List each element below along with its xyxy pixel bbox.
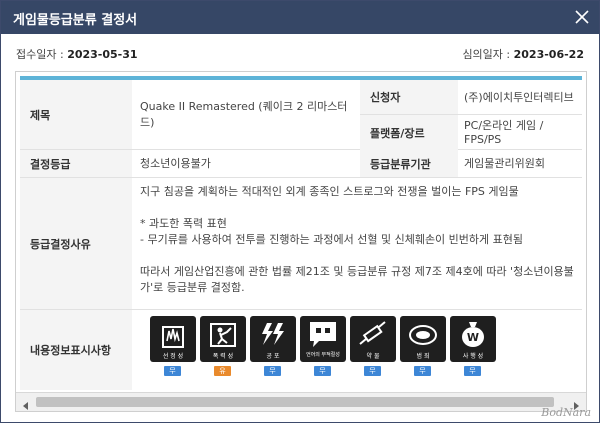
drug-badge: 무 (364, 366, 381, 376)
dialog-titlebar: 게임물등급분류 결정서 (1, 1, 599, 34)
svg-text:W: W (467, 331, 479, 344)
fear-caption: 공 포 (266, 353, 280, 360)
content-item-speculation: W 사 행 성 무 (450, 316, 498, 376)
drug-icon: 약 물 (350, 316, 396, 362)
content-label: 내용정보표시사항 (20, 310, 132, 390)
applicant-label: 신청자 (360, 80, 458, 115)
grade-value: 청소년이용불가 (140, 156, 211, 170)
speculation-caption: 사 행 성 (462, 353, 484, 360)
speculation-icon: W 사 행 성 (450, 316, 496, 362)
content-item-language: 언어의 부적절성 무 (300, 316, 348, 376)
fear-icon: 공 포 (250, 316, 296, 362)
date-bar: 접수일자 : 2023-05-31 심의일자 : 2023-06-22 (16, 46, 584, 62)
triangle-left-icon (23, 402, 28, 410)
platform-value: PC/온라인 게임 / FPS/PS (464, 118, 544, 146)
language-icon: 언어의 부적절성 (300, 316, 346, 362)
platform-label: 플랫폼/장르 (360, 115, 458, 150)
drug-caption: 약 물 (366, 353, 380, 360)
table-row-content: 내용정보표시사항 선 정 성 무 폭 력 성 유 공 포 무 언어의 부적절성 … (20, 310, 582, 390)
reason-label: 등급결정사유 (20, 178, 132, 309)
close-icon (575, 10, 589, 24)
close-button[interactable] (565, 1, 599, 34)
violence-badge: 유 (214, 366, 231, 376)
rating-decision-dialog: 게임물등급분류 결정서 접수일자 : 2023-05-31 심의일자 : 202… (0, 0, 600, 423)
gambling-icon: 범 죄 (400, 316, 446, 362)
scroll-left-button[interactable] (20, 397, 32, 410)
language-badge: 무 (314, 366, 331, 376)
horizontal-scrollbar[interactable] (16, 392, 586, 411)
content-item-fear: 공 포 무 (250, 316, 298, 376)
title-value: Quake II Remastered (퀘이크 2 리마스터드) (140, 99, 348, 129)
title-label: 제목 (20, 80, 132, 149)
content-item-drug: 약 물 무 (350, 316, 398, 376)
content-item-crime: 범 죄 무 (400, 316, 448, 376)
grade-label: 결정등급 (20, 150, 132, 177)
sexuality-caption: 선 정 성 (162, 353, 184, 360)
dialog-title: 게임물등급분류 결정서 (13, 13, 138, 28)
violence-icon: 폭 력 성 (200, 316, 246, 362)
table-row-reason: 등급결정사유 지구 침공을 계획하는 적대적인 외계 종족인 스트로그와 전쟁을… (20, 178, 582, 310)
review-date-value: 2023-06-22 (513, 48, 584, 61)
crime-badge: 무 (414, 366, 431, 376)
decision-table-viewport: 제목 Quake II Remastered (퀘이크 2 리마스터드) 신청자… (16, 72, 582, 390)
scrollbar-thumb[interactable] (36, 397, 554, 407)
table-row-title: 제목 Quake II Remastered (퀘이크 2 리마스터드) 신청자… (20, 80, 582, 150)
received-date-value: 2023-05-31 (67, 48, 138, 61)
decision-panel: 제목 Quake II Remastered (퀘이크 2 리마스터드) 신청자… (15, 71, 587, 412)
review-date-label: 심의일자 : (462, 48, 514, 61)
crime-caption: 범 죄 (416, 353, 430, 360)
reason-value: 지구 침공을 계획하는 적대적인 외계 종족인 스트로그와 전쟁을 벌이는 FP… (140, 185, 574, 294)
received-date-label: 접수일자 : (16, 48, 68, 61)
fear-badge: 무 (264, 366, 281, 376)
watermark: BodNara (541, 406, 591, 419)
content-item-violence: 폭 력 성 유 (200, 316, 248, 376)
speculation-badge: 무 (464, 366, 481, 376)
language-caption: 언어의 부적절성 (306, 352, 340, 358)
violence-caption: 폭 력 성 (212, 353, 234, 360)
applicant-value: (주)에이치투인터렉티브 (458, 80, 582, 115)
table-row-grade: 결정등급 청소년이용불가 등급분류기관 게임물관리위원회 (20, 150, 582, 178)
sexuality-icon: 선 정 성 (150, 316, 196, 362)
agency-value: 게임물관리위원회 (464, 156, 545, 170)
received-date: 접수일자 : 2023-05-31 (16, 46, 138, 62)
content-item-sexuality: 선 정 성 무 (150, 316, 198, 376)
agency-label: 등급분류기관 (360, 150, 458, 177)
sexuality-badge: 무 (164, 366, 181, 376)
review-date: 심의일자 : 2023-06-22 (462, 46, 584, 62)
